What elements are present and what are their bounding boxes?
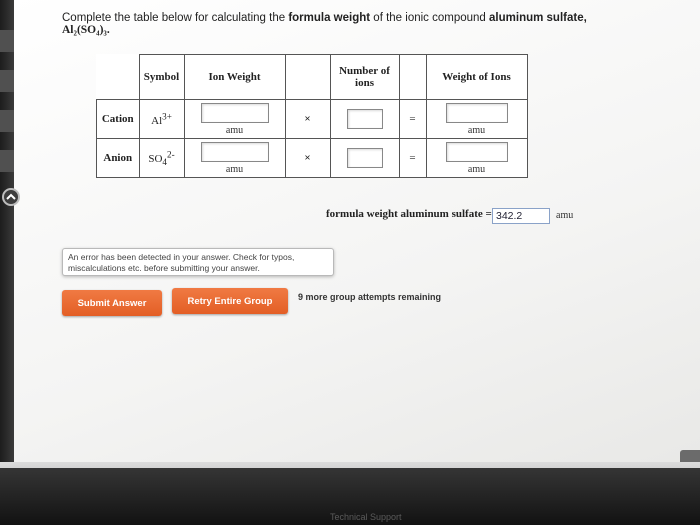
- weight-of-ions-input[interactable]: [445, 141, 508, 162]
- header-symbol: Symbol: [138, 54, 185, 100]
- header-weight-of-ions: Weight of Ions: [425, 54, 528, 100]
- row-label: Cation: [96, 99, 140, 139]
- weight-of-ions-unit: amu: [467, 124, 486, 136]
- row-label: Anion: [96, 138, 140, 178]
- formula-weight-input[interactable]: 342.2: [492, 208, 550, 224]
- technical-support-link[interactable]: Technical Support: [330, 512, 402, 522]
- ion-weight-cell: amu: [183, 99, 286, 139]
- ion-symbol: SO42-: [138, 138, 185, 178]
- collapse-button[interactable]: [2, 188, 20, 206]
- question-text: of the ionic compound: [373, 12, 486, 24]
- number-of-ions-cell: [329, 99, 400, 139]
- equals-operator: =: [398, 138, 427, 178]
- chevron-up-icon: [6, 193, 16, 200]
- header-number-of-ions: Number of ions: [329, 54, 400, 100]
- table-header-row: Symbol Ion Weight Number of ions Weight …: [97, 54, 528, 100]
- sidebar-tab[interactable]: [0, 110, 14, 132]
- ion-symbol: Al3+: [138, 99, 185, 139]
- equals-operator: =: [398, 99, 427, 139]
- compound-name: aluminum sulfate,: [489, 12, 587, 24]
- formula-weight-label: formula weight aluminum sulfate =: [326, 208, 492, 220]
- weight-of-ions-cell: amu: [425, 138, 528, 178]
- left-sidebar-strip: [0, 0, 14, 470]
- header-ion-weight: Ion Weight: [183, 54, 286, 100]
- ion-weight-unit: amu: [225, 124, 244, 136]
- weight-of-ions-input[interactable]: [445, 102, 508, 123]
- ion-weight-input[interactable]: [200, 141, 269, 162]
- number-of-ions-input[interactable]: [346, 109, 383, 129]
- question-prompt: Complete the table below for calculating…: [62, 12, 622, 36]
- question-text: Complete the table below for calculating…: [62, 12, 286, 24]
- page: Complete the table below for calculating…: [0, 0, 700, 525]
- sidebar-tab[interactable]: [0, 150, 14, 172]
- compound-formula: Al₂(SO₄)₃.: [62, 24, 110, 36]
- multiply-operator: ×: [284, 99, 331, 139]
- ion-weight-cell: amu: [183, 138, 286, 178]
- error-message: An error has been detected in your answe…: [62, 248, 334, 276]
- multiply-operator: ×: [284, 138, 331, 178]
- weight-of-ions-unit: amu: [467, 163, 486, 175]
- number-of-ions-cell: [329, 138, 400, 178]
- number-of-ions-input[interactable]: [346, 148, 383, 168]
- sidebar-tab[interactable]: [0, 30, 14, 52]
- table-row-cation: Cation Al3+ amu × = amu: [96, 99, 528, 139]
- formula-weight-unit: amu: [556, 210, 574, 221]
- table-row-anion: Anion SO42- amu × = amu: [96, 138, 528, 178]
- submit-answer-button[interactable]: Submit Answer: [62, 290, 162, 316]
- ion-weight-unit: amu: [225, 163, 244, 175]
- attempts-remaining: 9 more group attempts remaining: [298, 292, 442, 302]
- weight-of-ions-cell: amu: [425, 99, 528, 139]
- calculation-table: Symbol Ion Weight Number of ions Weight …: [96, 54, 528, 178]
- ion-weight-input[interactable]: [200, 102, 269, 123]
- question-bold-term: formula weight: [288, 12, 371, 24]
- retry-group-button[interactable]: Retry Entire Group: [172, 288, 288, 314]
- sidebar-tab[interactable]: [0, 70, 14, 92]
